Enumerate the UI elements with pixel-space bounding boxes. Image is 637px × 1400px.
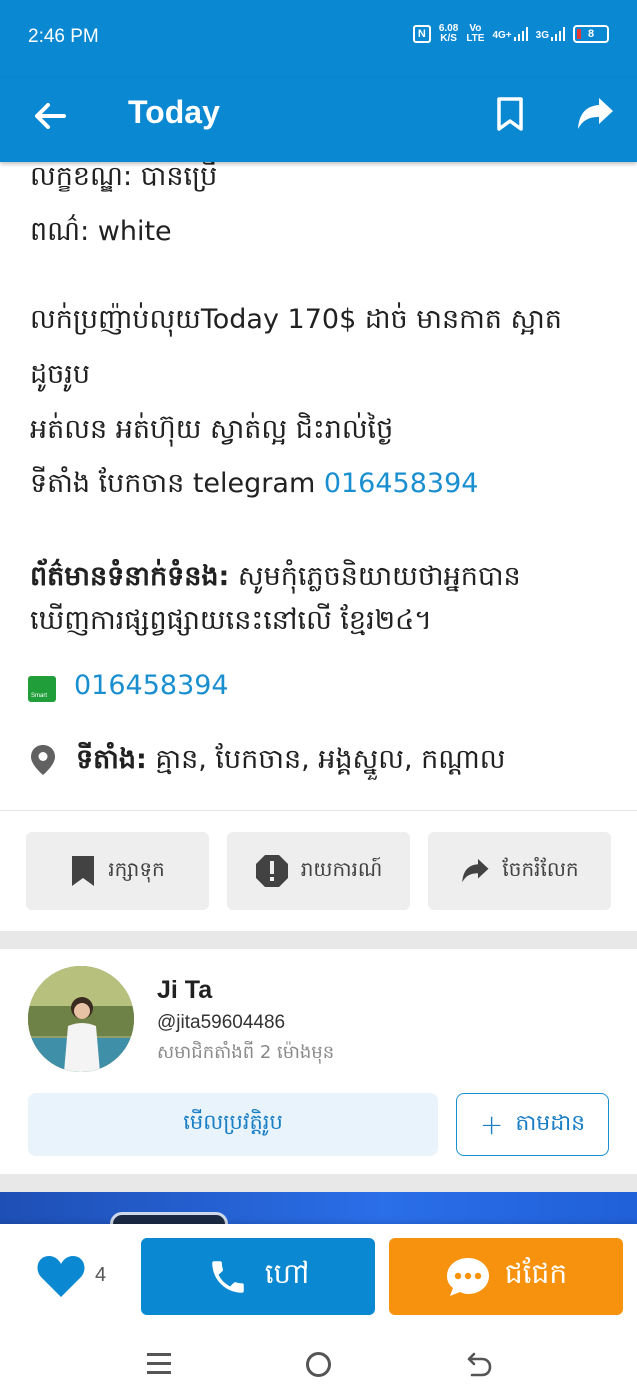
section-separator — [0, 1174, 637, 1192]
smart-icon-label: Smart — [31, 693, 48, 699]
chat-button[interactable]: ជជែក — [389, 1238, 623, 1315]
volte-bottom: LTE — [466, 33, 485, 44]
contact-text-2: ឃើញការផ្សព្វផ្សាយនេះនៅលើ ខ្មែរ២៤។ — [30, 605, 432, 636]
contact-info-line-1: ព័ត៌មានទំនាក់ទំនង: សូមកុំភ្លេចនិយាយថាអ្ន… — [30, 560, 521, 599]
nfc-icon: N — [412, 25, 431, 43]
signal-4g-icon: 4G+ — [492, 27, 528, 41]
description-line-4: ទីតាំង បែកចាន telegram 016458394 — [30, 467, 478, 506]
member-since: សមាជិកតាំងពី 2 ម៉ោងមុន — [157, 1042, 335, 1063]
arrow-left-icon[interactable] — [30, 96, 70, 136]
save-label: រក្សាទុក — [108, 857, 165, 881]
status-icons: N 6.08 K/S Vo LTE 4G+ 3G 8 — [412, 24, 609, 44]
contact-label: ព័ត៌មានទំនាក់ទំនង: — [30, 561, 230, 592]
network-2-label: 3G — [535, 30, 549, 41]
recent-apps-icon[interactable] — [147, 1353, 171, 1375]
home-icon[interactable] — [306, 1352, 331, 1377]
call-label: ហៅ — [264, 1257, 310, 1290]
signal-3g-icon: 3G — [536, 27, 565, 41]
smart-operator-icon: Smart — [28, 676, 56, 702]
bookmark-outline-icon[interactable] — [494, 96, 526, 132]
battery-level: 8 — [587, 28, 595, 40]
contact-text-1: សូមកុំភ្លេចនិយាយថាអ្នកបាន — [229, 561, 521, 592]
share-icon — [462, 859, 489, 883]
related-listing-preview[interactable] — [0, 1192, 637, 1228]
location-value: គ្មាន, បែកចាន, អង្គស្នួល, កណ្ដាល — [146, 744, 506, 775]
call-button[interactable]: ហៅ — [141, 1238, 375, 1315]
phone-icon — [212, 1260, 244, 1293]
network-1-label: 4G+ — [492, 30, 512, 41]
system-nav-bar — [0, 1328, 637, 1400]
report-label: រាយការណ៍ — [300, 857, 383, 881]
network-speed: 6.08 K/S — [439, 24, 458, 44]
bookmark-icon — [72, 856, 95, 886]
phone-link[interactable]: 016458394 — [74, 670, 229, 701]
app-bar: Today — [0, 78, 637, 162]
report-alert-icon — [255, 855, 288, 887]
color-text: ពណ៌: white — [30, 216, 172, 247]
save-button[interactable]: រក្សាទុក — [26, 832, 209, 910]
description-line-3: អត់លន អត់ហ៊ុយ ស្វាត់ល្អ ជិះរាល់ថ្ងៃ — [30, 414, 394, 445]
description-line-2: ដូចរូប — [30, 359, 90, 390]
like-count: 4 — [95, 1264, 107, 1286]
location-pin-icon — [31, 745, 55, 775]
share-button[interactable]: ចែករំលែក — [428, 832, 611, 910]
status-bar: 2:46 PM N 6.08 K/S Vo LTE 4G+ 3G 8 — [0, 0, 637, 78]
bottom-action-bar: 4 ហៅ ជជែក — [0, 1224, 637, 1328]
view-profile-button[interactable]: មើលប្រវត្តិរូប — [28, 1093, 438, 1156]
battery-icon: 8 — [573, 25, 609, 43]
status-time: 2:46 PM — [28, 26, 99, 47]
chat-label: ជជែក — [504, 1257, 568, 1290]
speed-unit: K/S — [440, 33, 457, 44]
condition-text: លក្ខខណ្ឌ: បានប្រើ — [30, 161, 218, 192]
description-line-4-text: ទីតាំង បែកចាន telegram — [30, 468, 324, 499]
heart-icon[interactable] — [36, 1254, 86, 1298]
location-label: ទីតាំង: — [76, 744, 147, 775]
follow-button[interactable]: + តាមដាន — [456, 1093, 609, 1156]
report-button[interactable]: រាយការណ៍ — [227, 832, 410, 910]
seller-handle: @jita59604486 — [157, 1012, 286, 1033]
divider — [0, 810, 637, 811]
volte-icon: Vo LTE — [466, 24, 484, 44]
location-line: ទីតាំង: គ្មាន, បែកចាន, អង្គស្នួល, កណ្ដាល — [76, 743, 505, 782]
page-title: Today — [128, 94, 220, 130]
description-line-1: លក់ប្រញ៉ាប់លុយToday 170$ ដាច់ មានកាត ស្អ… — [30, 304, 562, 335]
share-label: ចែករំលែក — [502, 857, 579, 881]
avatar[interactable] — [28, 966, 134, 1072]
telegram-phone-link[interactable]: 016458394 — [324, 468, 479, 499]
follow-label: តាមដាន — [515, 1110, 586, 1136]
chat-bubble-icon — [446, 1257, 489, 1296]
seller-name[interactable]: Ji Ta — [157, 976, 212, 1005]
plus-icon: + — [479, 1108, 504, 1141]
section-separator — [0, 931, 637, 949]
share-icon[interactable] — [575, 96, 615, 132]
back-nav-icon[interactable] — [466, 1350, 492, 1378]
